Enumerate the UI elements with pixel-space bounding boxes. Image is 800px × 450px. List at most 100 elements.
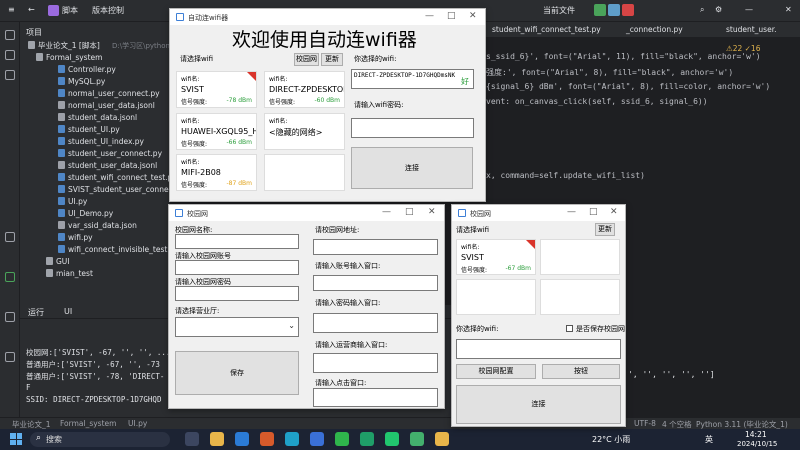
tree-folder-mian[interactable]: mian_test	[46, 268, 93, 280]
maximize-button[interactable]: □	[447, 11, 456, 21]
hamburger-menu-icon[interactable]: ≡	[8, 5, 15, 14]
remember-checkbox[interactable]	[566, 325, 573, 332]
tab-file[interactable]: student_user.	[726, 25, 776, 34]
tree-file[interactable]: SVIST_student_user_connect.py	[58, 184, 170, 196]
menu-version-control[interactable]: 版本控制	[92, 5, 124, 16]
wechat-icon[interactable]	[335, 432, 349, 446]
app-icon[interactable]	[310, 432, 324, 446]
problems-icon[interactable]	[5, 312, 15, 322]
maximize-button[interactable]: □	[589, 207, 598, 217]
password-input[interactable]	[351, 118, 474, 138]
status-breadcrumb[interactable]: Formal_system	[60, 419, 116, 428]
carrier-select[interactable]: ⌄	[175, 317, 299, 337]
clock-time[interactable]: 14:21	[745, 430, 767, 439]
task-view-icon[interactable]	[185, 432, 199, 446]
search-icon[interactable]: ⌕	[700, 5, 704, 15]
start-button[interactable]	[10, 433, 22, 445]
tree-file[interactable]: UI.py	[58, 196, 87, 208]
connect-button[interactable]: 连接	[456, 385, 621, 424]
clock-date[interactable]: 2024/10/15	[737, 440, 777, 448]
minimize-button[interactable]: —	[745, 5, 753, 14]
folder-icon[interactable]	[435, 432, 449, 446]
connect-button[interactable]: 连接	[351, 147, 473, 189]
refresh-button[interactable]: 更新	[595, 223, 615, 236]
campus-name-input[interactable]	[175, 234, 299, 249]
stop-icon[interactable]	[622, 4, 634, 16]
wifi-card-empty[interactable]	[264, 154, 345, 191]
edge-icon[interactable]	[285, 432, 299, 446]
address-input[interactable]	[313, 239, 438, 255]
wifi-card[interactable]: wifi名: MIFI-2B08 信号强度: -87 dBm	[176, 154, 257, 191]
tree-file[interactable]: normal_user_data.jsonl	[58, 100, 155, 112]
folder-icon[interactable]	[5, 30, 15, 40]
account-window-input[interactable]	[313, 275, 438, 291]
tree-file[interactable]: Controller.py	[58, 64, 116, 76]
tree-file[interactable]: MySQL.py	[58, 76, 105, 88]
tree-file[interactable]: student_wifi_connect_test.py	[58, 172, 170, 184]
wifi-card-empty[interactable]	[456, 279, 536, 315]
structure-icon[interactable]	[5, 50, 15, 60]
selected-wifi-field[interactable]: DIRECT-ZPDESKTOP-1D7GHQDmsNK 好	[351, 69, 474, 89]
password-window-input[interactable]	[313, 313, 438, 333]
tree-file[interactable]: student_UI.py	[58, 124, 120, 136]
office-icon[interactable]	[260, 432, 274, 446]
campus-config-button[interactable]: 校园网配置	[456, 364, 536, 379]
close-button[interactable]: ✕	[610, 207, 618, 217]
close-button[interactable]: ✕	[785, 5, 792, 14]
tree-file[interactable]: student_data.jsonl	[58, 112, 137, 124]
status-breadcrumb[interactable]: UI.py	[128, 419, 147, 428]
wifi-card[interactable]: wifi名: DIRECT-ZPDESKTOP 信号强度: -60 dBm	[264, 71, 345, 108]
account-input[interactable]	[175, 260, 299, 275]
app-icon[interactable]	[360, 432, 374, 446]
campus-network-button[interactable]: 校园网	[294, 53, 319, 66]
tree-root[interactable]: 毕业论文_1 [脚本]	[28, 40, 100, 52]
tree-folder-gui[interactable]: GUI	[46, 256, 70, 268]
click-window-input[interactable]	[313, 388, 438, 407]
tab-file[interactable]: _connection.py	[626, 25, 683, 34]
run-config-tab[interactable]: UI	[64, 307, 72, 316]
store-icon[interactable]	[235, 432, 249, 446]
carrier-window-input[interactable]	[313, 353, 438, 373]
wifi-card[interactable]: wifi名: SVIST 信号强度: -67 dBm	[456, 239, 536, 275]
minimize-button[interactable]: —	[382, 207, 391, 217]
save-button[interactable]: 保存	[175, 351, 299, 395]
tree-file[interactable]: student_user_connect.py	[58, 148, 162, 160]
wifi-card[interactable]: wifi名: <隐藏的网络>	[264, 113, 345, 150]
tree-file[interactable]: var_ssid_data.json	[58, 220, 137, 232]
python-console-icon[interactable]	[5, 232, 15, 242]
tree-file[interactable]: student_user_data.jsonl	[58, 160, 157, 172]
minimize-button[interactable]: —	[425, 11, 434, 21]
terminal-icon[interactable]	[5, 352, 15, 362]
settings-gear-icon[interactable]: ⚙	[715, 5, 722, 14]
refresh-button[interactable]: 更新	[321, 53, 343, 66]
menu-script[interactable]: 脚本	[62, 5, 78, 16]
run-icon[interactable]	[594, 4, 606, 16]
selected-wifi-field[interactable]	[456, 339, 621, 359]
weather-text[interactable]: 22°C 小雨	[592, 434, 630, 445]
tree-file[interactable]: UI_Demo.py	[58, 208, 113, 220]
pycharm-icon[interactable]	[385, 432, 399, 446]
wifi-card-empty[interactable]	[540, 279, 620, 315]
run-tool-icon[interactable]	[5, 272, 15, 282]
tree-file[interactable]: student_UI_index.py	[58, 136, 144, 148]
current-file-dropdown[interactable]: 当前文件	[543, 5, 575, 16]
tab-file[interactable]: student_wifi_connect_test.py	[492, 25, 601, 34]
tree-file[interactable]: wifi_connect_invisible_test.py	[58, 244, 170, 256]
tree-file[interactable]: wifi.py	[58, 232, 93, 244]
ime-indicator[interactable]: 英	[705, 434, 713, 445]
run-tab-label[interactable]: 运行	[28, 307, 44, 318]
tree-folder-formal[interactable]: Formal_system	[36, 52, 102, 64]
status-encoding[interactable]: UTF-8	[634, 419, 656, 428]
debug-icon[interactable]	[608, 4, 620, 16]
maximize-button[interactable]: □	[405, 207, 414, 217]
minimize-button[interactable]: —	[567, 207, 576, 217]
back-icon[interactable]: ←	[28, 5, 35, 14]
git-icon[interactable]	[5, 70, 15, 80]
action-button[interactable]: 按钮	[542, 364, 620, 379]
wifi-card-empty[interactable]	[540, 239, 620, 275]
wifi-card[interactable]: wifi名: SVIST 信号强度: -78 dBm	[176, 71, 257, 108]
pycharm-ce-icon[interactable]	[410, 432, 424, 446]
tree-file[interactable]: normal_user_connect.py	[58, 88, 160, 100]
taskbar-search[interactable]: ⌕ 搜索	[30, 432, 170, 447]
close-button[interactable]: ✕	[428, 207, 436, 217]
